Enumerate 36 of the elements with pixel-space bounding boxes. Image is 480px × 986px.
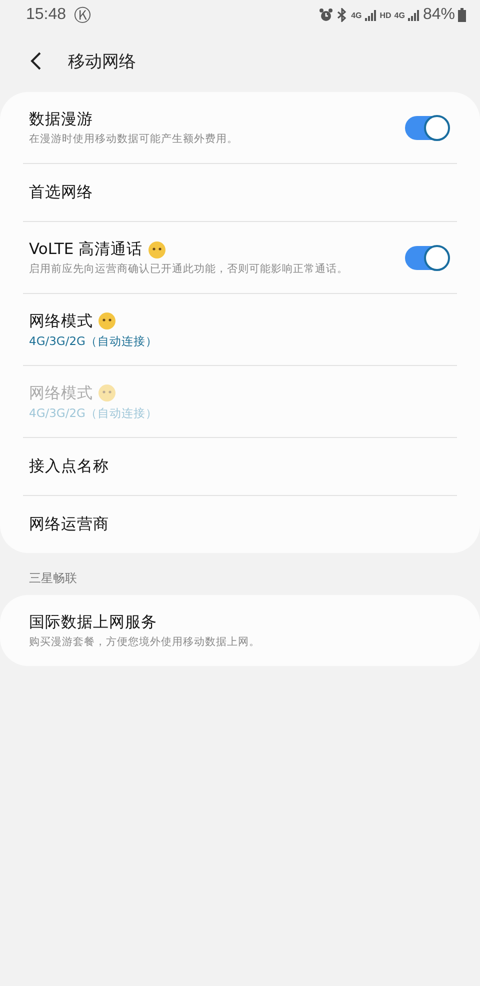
setting-description: 启用前应先向运营商确认已开通此功能，否则可能影响正常通话。 [29, 262, 349, 276]
network-type: 4G [394, 10, 405, 20]
clock-time: 15:48 [26, 6, 66, 24]
setting-value: 4G/3G/2G（自动连接） [29, 334, 158, 348]
setting-title: 接入点名称 [29, 456, 109, 477]
toggle-switch[interactable] [405, 116, 449, 140]
settings-row[interactable]: 首选网络 [23, 163, 457, 221]
settings-row[interactable]: 接入点名称 [23, 437, 457, 495]
setting-value: 4G/3G/2G（自动连接） [29, 406, 158, 420]
settings-row[interactable]: 网络运营商 [23, 495, 457, 553]
toggle-switch[interactable] [405, 246, 449, 270]
setting-title: 网络模式 [29, 310, 93, 332]
battery-icon [458, 8, 466, 22]
page-title: 移动网络 [68, 50, 136, 72]
signal-icon [364, 9, 377, 21]
settings-row[interactable]: 国际数据上网服务 购买漫游套餐，方便您境外使用移动数据上网。 [23, 595, 457, 666]
setting-title: 网络模式 [29, 382, 93, 404]
setting-description: 购买漫游套餐，方便您境外使用移动数据上网。 [29, 635, 261, 649]
setting-title: 国际数据上网服务 [29, 612, 157, 633]
alarm-icon [319, 8, 334, 22]
hd-label: HD [380, 10, 392, 20]
settings-row[interactable]: 网络模式 4G/3G/2G（自动连接） [23, 293, 457, 365]
notification-glyph: Ⓚ [74, 4, 92, 26]
bluetooth-icon [336, 8, 348, 22]
chevron-left-icon [30, 51, 42, 71]
settings-row[interactable]: 数据漫游 在漫游时使用移动数据可能产生额外费用。 [23, 92, 457, 163]
signal-icon [408, 9, 420, 21]
setting-title: 网络运营商 [29, 514, 109, 535]
setting-title: 首选网络 [29, 182, 93, 203]
section-heading: 三星畅联 [29, 571, 77, 585]
settings-row[interactable]: VoLTE 高清通话 启用前应先向运营商确认已开通此功能，否则可能影响正常通话。 [23, 221, 457, 293]
network-type: 4G [351, 10, 362, 20]
setting-title: 数据漫游 [29, 109, 93, 130]
setting-description: 在漫游时使用移动数据可能产生额外费用。 [29, 132, 239, 146]
setting-title: VoLTE 高清通话 [29, 239, 143, 260]
battery-percent: 84% [422, 6, 455, 24]
